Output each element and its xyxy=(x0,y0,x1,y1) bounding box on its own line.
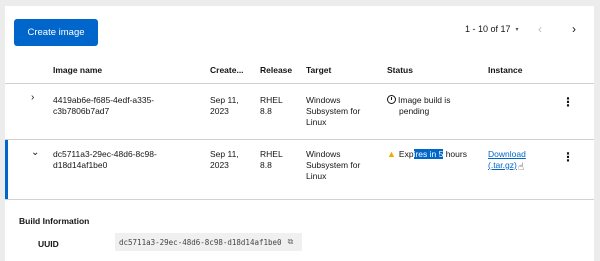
pending-status-icon xyxy=(387,95,396,104)
uuid-value: dc5711a3-29ec-48d6-8c98-d18d14af1be0 xyxy=(119,237,282,247)
table-row-status: Image build is pending xyxy=(387,95,450,117)
selected-text: ires in 5 xyxy=(413,149,444,159)
header-created[interactable]: Create... xyxy=(210,65,244,75)
header-target[interactable]: Target xyxy=(306,65,331,75)
table-row-target: Windows Subsystem for Linux xyxy=(306,95,361,127)
header-image-name[interactable]: Image name xyxy=(53,65,102,75)
hand-cursor-icon: ☝ xyxy=(518,162,525,173)
table-row-image-name: dc5711a3-29ec-48d6-8c98- d18d14af1be0 xyxy=(53,149,157,170)
table-row-release: RHEL 8.8 xyxy=(260,149,283,170)
create-image-button[interactable]: Create image xyxy=(14,19,98,46)
previous-page-icon[interactable]: ‹ xyxy=(538,22,542,36)
expand-row-icon[interactable]: › xyxy=(31,92,34,103)
build-information-title: Build Information xyxy=(19,216,90,226)
table-row-created: Sep 11, 2023 xyxy=(210,149,239,170)
row-divider xyxy=(5,199,594,200)
next-page-icon[interactable]: › xyxy=(572,22,576,36)
caret-down-icon: ▾ xyxy=(515,26,519,33)
pagination-toggle[interactable]: 1 - 10 of 17 ▾ xyxy=(465,24,519,34)
table-row-release: RHEL 8.8 xyxy=(260,95,283,116)
collapse-row-icon[interactable]: ⌄ xyxy=(31,147,39,158)
table-row-status: ▲ Expires in 5 hours xyxy=(387,149,467,159)
table-row-created: Sep 11, 2023 xyxy=(210,95,239,116)
table-row-target: Windows Subsystem for Linux xyxy=(306,149,361,181)
header-divider xyxy=(5,83,594,84)
copy-icon[interactable]: ⧉ xyxy=(288,237,294,247)
warning-icon: ▲ xyxy=(387,149,396,159)
uuid-label: UUID xyxy=(38,239,59,249)
images-panel: Create image 1 - 10 of 17 ▾ ‹ › Image na… xyxy=(5,6,594,261)
header-status[interactable]: Status xyxy=(387,65,413,75)
row-actions-kebab-icon[interactable]: ⋮ xyxy=(562,96,574,108)
uuid-clipboard: dc5711a3-29ec-48d6-8c98-d18d14af1be0 ⧉ xyxy=(115,233,302,251)
row-divider xyxy=(5,139,594,140)
header-release[interactable]: Release xyxy=(260,65,292,75)
pagination-count: 1 - 10 of 17 xyxy=(465,24,511,34)
header-instance: Instance xyxy=(488,65,523,75)
row-actions-kebab-icon[interactable]: ⋮ xyxy=(562,151,574,163)
table-row-image-name: 4419ab6e-f685-4edf-a335- c3b7806b7ad7 xyxy=(53,95,155,116)
expanded-row-indicator xyxy=(5,140,8,199)
